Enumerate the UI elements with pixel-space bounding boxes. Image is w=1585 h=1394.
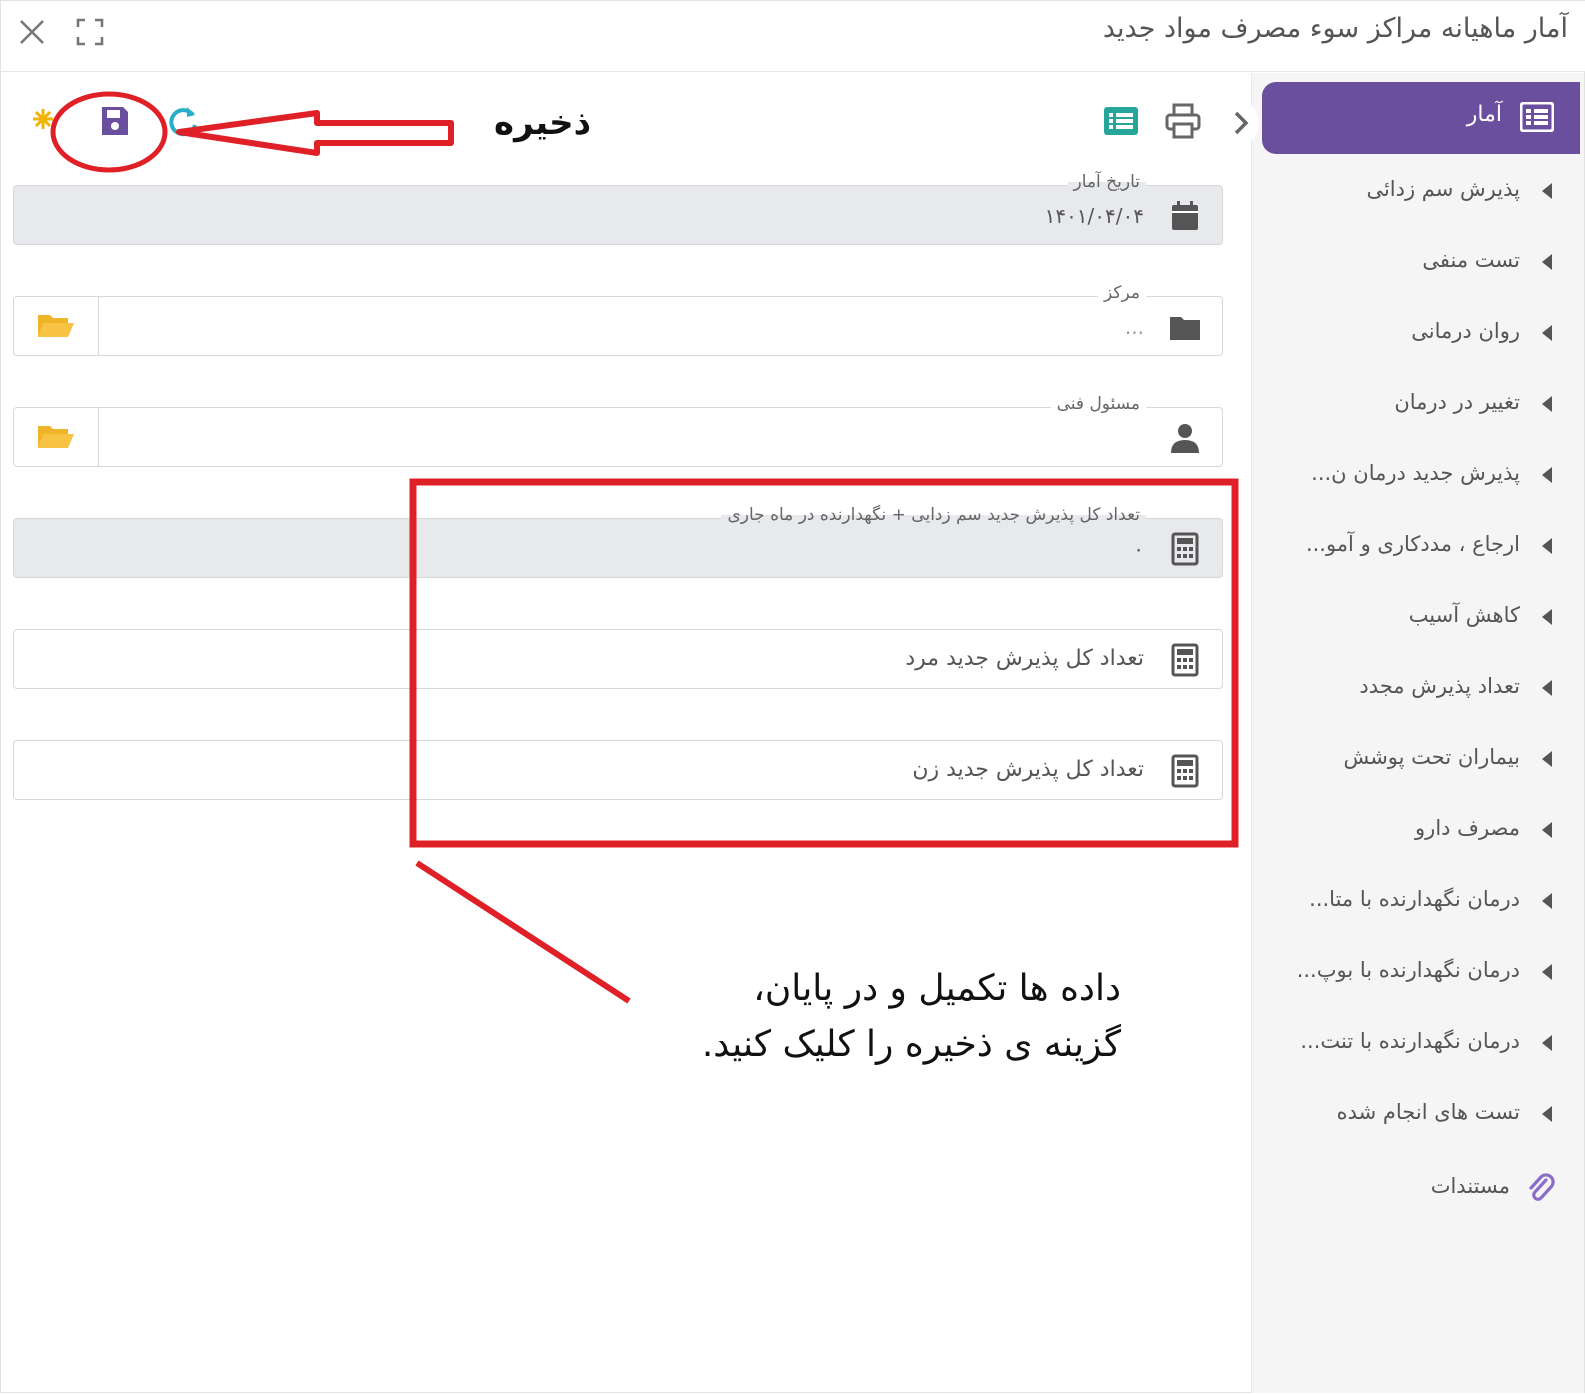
sidebar-item-label: کاهش آسیب (1408, 603, 1520, 627)
list-icon (1520, 102, 1554, 132)
calculator-icon (1171, 643, 1199, 677)
sidebar-item-label: پذیرش سم زدائی (1366, 177, 1520, 201)
sidebar-item-new-admission[interactable]: پذیرش جدید درمان ن... (1254, 457, 1584, 497)
sidebar-item-tincture[interactable]: درمان نگهدارنده با تنت... (1254, 1025, 1584, 1065)
user-icon (1171, 424, 1199, 453)
date-field-value: ۱۴۰۱/۰۴/۰۴ (1044, 204, 1144, 228)
caret-left-icon (1542, 751, 1552, 767)
folder-open-icon (38, 315, 74, 337)
print-icon[interactable] (1164, 102, 1202, 140)
sidebar-item-treatment-change[interactable]: تغییر در درمان (1254, 386, 1584, 426)
sidebar-item-label: تست منفی (1422, 248, 1520, 272)
calendar-icon (1172, 201, 1198, 230)
technical-manager-legend: مسئول فنی (1050, 394, 1146, 414)
sidebar-item-label: ارجاع ، مددکاری و آمو... (1305, 532, 1520, 556)
chevron-right-icon (1234, 111, 1249, 135)
sidebar-item-covered-patients[interactable]: بیماران تحت پوشش (1254, 741, 1584, 781)
sidebar-item-referral[interactable]: ارجاع ، مددکاری و آمو... (1254, 528, 1584, 568)
sidebar-item-label: تغییر در درمان (1394, 390, 1520, 414)
sidebar-item-label: تعداد پذیرش مجدد (1359, 674, 1520, 698)
technical-manager-lookup-button[interactable] (14, 408, 99, 466)
center-field-legend: مرکز (1098, 283, 1146, 303)
calculator-icon (1171, 532, 1199, 566)
caret-left-icon (1542, 467, 1552, 483)
paperclip-icon (1529, 1173, 1555, 1201)
sidebar-item-label: پذیرش جدید درمان ن... (1311, 461, 1520, 485)
total-new-admissions-legend: تعداد کل پذیرش جدید سم زدایی + نگهدارنده… (721, 505, 1146, 525)
sidebar-item-label: بیماران تحت پوشش (1343, 745, 1520, 769)
new-icon[interactable] (31, 105, 55, 133)
sidebar-item-label: مصرف دارو (1415, 816, 1520, 840)
center-lookup-button[interactable] (14, 297, 99, 355)
folder-open-icon (38, 426, 74, 448)
sidebar-collapse-button[interactable] (1223, 101, 1259, 145)
total-new-female-field[interactable]: تعداد کل پذیرش جدید زن (13, 740, 1223, 800)
caret-left-icon (1542, 964, 1552, 980)
total-new-admissions-value: ۰ (1133, 537, 1144, 561)
total-new-male-field[interactable]: تعداد کل پذیرش جدید مرد (13, 629, 1223, 689)
close-icon[interactable] (15, 15, 49, 49)
center-field[interactable]: مرکز ... (13, 283, 1223, 356)
calculator-icon (1171, 754, 1199, 788)
sidebar-item-label: تست های انجام شده (1336, 1100, 1520, 1124)
sidebar-item-documents[interactable]: مستندات (1254, 1168, 1584, 1212)
sidebar-header[interactable]: آمار (1262, 82, 1580, 154)
sidebar-item-detox[interactable]: پذیرش سم زدائی (1254, 173, 1584, 213)
save-pointer-arrow (176, 110, 454, 156)
sidebar: آمار پذیرش سم زدائی تست منفی روان درمانی… (1251, 73, 1584, 1393)
caret-left-icon (1542, 893, 1552, 909)
sidebar-item-tests-done[interactable]: تست های انجام شده (1254, 1096, 1584, 1136)
caret-left-icon (1542, 609, 1552, 625)
sidebar-item-label: درمان نگهدارنده با بوپ... (1296, 958, 1520, 982)
folder-icon (1170, 317, 1200, 340)
fullscreen-icon[interactable] (73, 15, 107, 49)
title-bar: آمار ماهیانه مراکز سوء مصرف مواد جدید (1, 1, 1585, 72)
annotation-pointer-line (415, 860, 631, 1004)
list-view-icon[interactable] (1103, 105, 1139, 137)
caret-left-icon (1542, 822, 1552, 838)
dialog-window: آمار ماهیانه مراکز سوء مصرف مواد جدید ذخ… (0, 0, 1585, 1393)
caret-left-icon (1542, 1035, 1552, 1051)
date-field-legend: تاریخ آمار (1067, 172, 1146, 192)
technical-manager-field[interactable]: مسئول فنی (13, 394, 1223, 467)
caret-left-icon (1542, 538, 1552, 554)
caret-left-icon (1542, 325, 1552, 341)
annotation-instruction: داده ها تکمیل و در پایان، گزینه ی ذخیره … (641, 961, 1121, 1073)
sidebar-item-label: درمان نگهدارنده با تنت... (1300, 1029, 1520, 1053)
total-new-male-label: تعداد کل پذیرش جدید مرد (905, 646, 1144, 671)
sidebar-item-harm-reduction[interactable]: کاهش آسیب (1254, 599, 1584, 639)
save-annotation-label: ذخیره (494, 103, 592, 143)
sidebar-item-label: درمان نگهدارنده با متا... (1309, 887, 1520, 911)
caret-left-icon (1542, 680, 1552, 696)
total-new-admissions-field[interactable]: تعداد کل پذیرش جدید سم زدایی + نگهدارنده… (13, 505, 1223, 578)
annotation-line-2: گزینه ی ذخیره را کلیک کنید. (701, 1024, 1121, 1065)
sidebar-item-drug-use[interactable]: مصرف دارو (1254, 812, 1584, 852)
caret-left-icon (1542, 1106, 1552, 1122)
save-icon[interactable] (99, 104, 131, 138)
annotation-line-1: داده ها تکمیل و در پایان، (753, 968, 1121, 1009)
sidebar-item-methadone[interactable]: درمان نگهدارنده با متا... (1254, 883, 1584, 923)
total-new-female-label: تعداد کل پذیرش جدید زن (912, 757, 1144, 782)
caret-left-icon (1542, 396, 1552, 412)
sidebar-item-label: مستندات (1430, 1174, 1510, 1198)
sidebar-item-buprenorphine[interactable]: درمان نگهدارنده با بوپ... (1254, 954, 1584, 994)
sidebar-item-psychotherapy[interactable]: روان درمانی (1254, 315, 1584, 355)
sidebar-header-label: آمار (1466, 102, 1502, 127)
refresh-icon[interactable] (165, 103, 199, 139)
sidebar-item-negative-test[interactable]: تست منفی (1254, 244, 1584, 284)
center-field-value: ... (1124, 315, 1144, 339)
window-title: آمار ماهیانه مراکز سوء مصرف مواد جدید (1102, 13, 1568, 44)
sidebar-item-label: روان درمانی (1411, 319, 1520, 343)
caret-left-icon (1542, 183, 1552, 199)
date-field[interactable]: تاریخ آمار ۱۴۰۱/۰۴/۰۴ (13, 172, 1223, 245)
sidebar-item-readmission[interactable]: تعداد پذیرش مجدد (1254, 670, 1584, 710)
caret-left-icon (1542, 254, 1552, 270)
